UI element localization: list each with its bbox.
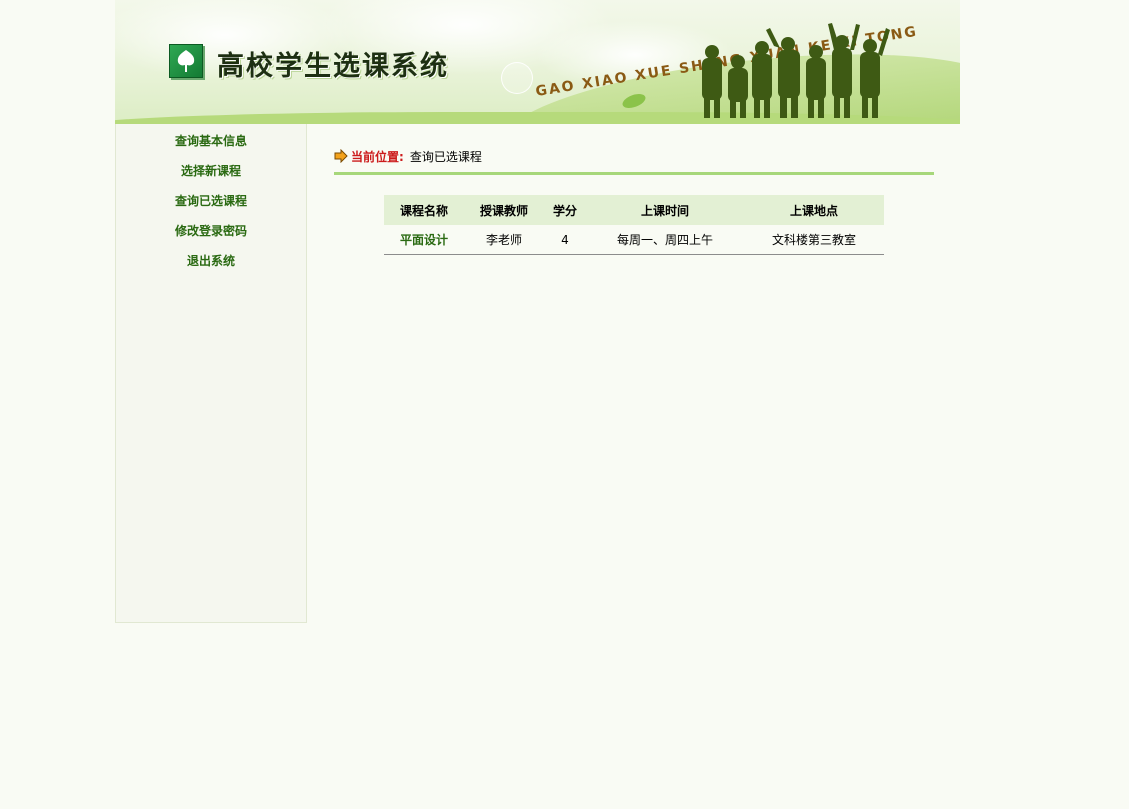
header-banner: 高校学生选课系统 GAO XIAO XUE SHENG XUAN KE XI T…: [115, 0, 960, 124]
location-value: 查询已选课程: [409, 149, 482, 164]
cell-time: 每周一、周四上午: [586, 225, 744, 255]
table-row: 平面设计 李老师 4 每周一、周四上午 文科楼第三教室: [384, 225, 884, 255]
col-header-course-name: 课程名称: [384, 195, 464, 225]
cell-course-name[interactable]: 平面设计: [384, 225, 464, 255]
cell-teacher: 李老师: [464, 225, 544, 255]
cell-credit: 4: [544, 225, 586, 255]
bubble-decoration: [501, 62, 533, 94]
cell-place: 文科楼第三教室: [744, 225, 884, 255]
system-title: 高校学生选课系统: [217, 51, 449, 82]
col-header-credit: 学分: [544, 195, 586, 225]
sidebar-item-selected-courses[interactable]: 查询已选课程: [116, 192, 306, 222]
table-header-row: 课程名称 授课教师 学分 上课时间 上课地点: [384, 195, 884, 225]
breadcrumb: 当前位置: 查询已选课程: [334, 146, 934, 166]
selected-courses-table: 课程名称 授课教师 学分 上课时间 上课地点 平面设计 李老师 4 每周一、周四…: [384, 195, 884, 255]
logo-icon: [169, 44, 203, 78]
page-wrapper: 高校学生选课系统 GAO XIAO XUE SHENG XUAN KE XI T…: [115, 0, 960, 623]
students-silhouette-icon: [702, 23, 890, 118]
sidebar-item-select-course[interactable]: 选择新课程: [116, 162, 306, 192]
arrow-right-icon: [334, 149, 348, 163]
col-header-teacher: 授课教师: [464, 195, 544, 225]
col-header-place: 上课地点: [744, 195, 884, 225]
location-label: 当前位置:: [351, 149, 404, 164]
leaf-decoration-icon: [622, 94, 646, 108]
sidebar-item-change-password[interactable]: 修改登录密码: [116, 222, 306, 252]
sidebar-menu: 查询基本信息 选择新课程 查询已选课程 修改登录密码 退出系统: [116, 124, 306, 282]
col-header-time: 上课时间: [586, 195, 744, 225]
divider: [334, 172, 934, 175]
sidebar-item-basic-info[interactable]: 查询基本信息: [116, 132, 306, 162]
sidebar-item-logout[interactable]: 退出系统: [116, 252, 306, 282]
sidebar: 查询基本信息 选择新课程 查询已选课程 修改登录密码 退出系统: [115, 124, 307, 623]
